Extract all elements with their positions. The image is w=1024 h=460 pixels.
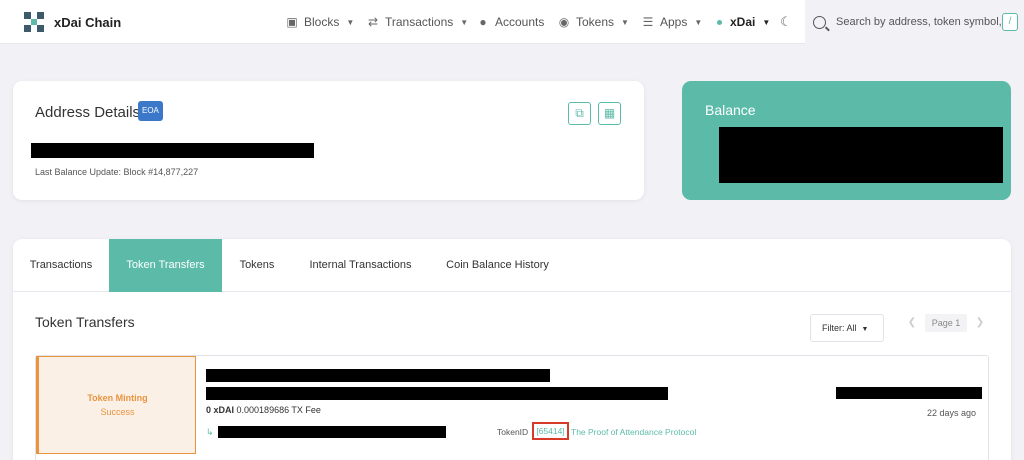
nav-tokens-label: Tokens	[576, 15, 615, 29]
xdai-logo-icon	[24, 12, 44, 32]
eoa-badge: EOA	[138, 101, 163, 121]
theme-toggle[interactable]: ☾	[780, 0, 798, 44]
filter-label: Filter: All	[822, 323, 857, 333]
address-details-card: Address Details EOA ⧉ ▦ Last Balance Upd…	[13, 81, 644, 200]
chevron-down-icon: ▼	[621, 17, 629, 27]
tab-tokens[interactable]: Tokens	[222, 239, 292, 292]
user-icon: ●	[479, 15, 487, 29]
transfer-status-panel: Token Minting Success	[36, 356, 196, 454]
tab-coin-balance-history[interactable]: Coin Balance History	[429, 239, 566, 292]
search-bar: /	[805, 0, 1024, 44]
top-navbar: xDai Chain ▣ Blocks ▼ ⇄ Transactions ▼ ●…	[0, 0, 1024, 44]
token-id-link[interactable]: [65414]	[532, 422, 569, 440]
nav-transactions[interactable]: ⇄ Transactions ▼	[367, 0, 468, 44]
qr-code-icon: ▦	[603, 106, 616, 120]
network-label: xDai	[730, 15, 756, 29]
prev-page-button[interactable]: ❮	[903, 314, 921, 332]
redacted-tx-hash	[206, 369, 550, 382]
transfer-type: Token Minting	[87, 393, 148, 403]
page-indicator: Page 1	[925, 314, 967, 332]
chevron-down-icon: ▼	[694, 17, 703, 27]
chevron-down-icon: ▼	[762, 17, 771, 27]
redacted-block	[836, 387, 982, 399]
address-details-title: Address Details	[35, 104, 141, 121]
nav-apps-label: Apps	[660, 15, 688, 29]
token-name-link[interactable]: The Proof of Attendance Protocol	[571, 427, 696, 437]
moon-icon: ☾	[780, 14, 792, 29]
nav-apps[interactable]: ☰ Apps ▼	[642, 0, 703, 44]
filter-dropdown[interactable]: Filter: All ▼	[810, 314, 884, 342]
transfer-status: Success	[100, 407, 135, 417]
tab-bar: Transactions Token Transfers Tokens Inte…	[13, 239, 1011, 292]
search-input[interactable]	[836, 16, 1016, 28]
fee-text: 0.000189686 TX Fee	[236, 405, 321, 415]
nav-blocks-label: Blocks	[304, 15, 340, 29]
brand-name: xDai Chain	[54, 14, 122, 30]
qr-code-button[interactable]: ▦	[598, 102, 621, 125]
copy-address-button[interactable]: ⧉	[568, 102, 591, 125]
search-icon	[813, 15, 826, 29]
balance-card: Balance	[682, 81, 1011, 200]
layers-icon: ☰	[642, 15, 654, 29]
cube-icon: ▣	[286, 15, 298, 29]
nav-transactions-label: Transactions	[385, 15, 454, 29]
chevron-down-icon: ▼	[861, 326, 869, 333]
transfer-icon: ⇄	[367, 15, 379, 29]
chevron-down-icon: ▼	[346, 17, 355, 27]
last-balance-update: Last Balance Update: Block #14,877,227	[35, 167, 199, 177]
nav-blocks[interactable]: ▣ Blocks ▼	[286, 0, 354, 44]
nav-accounts[interactable]: ● Accounts	[477, 0, 544, 44]
transfer-time: 22 days ago	[926, 408, 976, 418]
fee-amount: 0 xDAI	[206, 405, 235, 415]
tab-internal-transactions[interactable]: Internal Transactions	[292, 239, 429, 292]
section-title: Token Transfers	[35, 314, 135, 330]
return-arrow-icon: ↳	[206, 427, 214, 437]
redacted-addresses	[206, 387, 668, 400]
address-tabs-card: Transactions Token Transfers Tokens Inte…	[13, 239, 1011, 460]
redacted-recipient	[218, 426, 446, 438]
next-page-button[interactable]: ❯	[971, 314, 989, 332]
token-transfer-tile: Token Minting Success 0 xDAI 0.000189686…	[35, 355, 989, 460]
brand-logo[interactable]: xDai Chain	[24, 12, 121, 32]
tab-transactions[interactable]: Transactions	[13, 239, 109, 292]
nav-tokens[interactable]: ◉ Tokens ▼	[558, 0, 629, 44]
network-status-dot	[717, 19, 722, 25]
chevron-down-icon: ▼	[460, 17, 469, 27]
network-selector[interactable]: xDai ▼	[717, 0, 770, 44]
redacted-balance	[719, 127, 1003, 183]
copy-icon: ⧉	[575, 106, 584, 120]
nav-accounts-label: Accounts	[495, 15, 545, 29]
tab-token-transfers[interactable]: Token Transfers	[109, 239, 222, 292]
tx-fee: 0 xDAI 0.000189686 TX Fee	[206, 405, 321, 415]
token-id-label: TokenID	[497, 427, 529, 437]
redacted-address	[31, 143, 314, 158]
coins-icon: ◉	[558, 15, 570, 29]
balance-title: Balance	[705, 102, 756, 118]
search-shortcut-key: /	[1002, 13, 1018, 31]
